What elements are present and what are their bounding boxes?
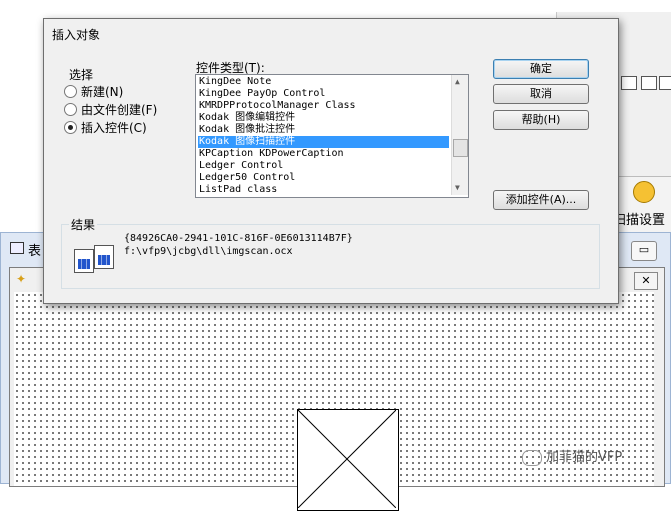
list-item[interactable]: Ledger Control — [198, 160, 449, 172]
scroll-down-icon[interactable]: ▼ — [455, 183, 460, 192]
placeholder-cross-icon — [297, 409, 397, 509]
scroll-up-icon[interactable]: ▲ — [455, 77, 460, 86]
watermark-text: 加菲猫的VFP — [546, 450, 623, 465]
radio-checked-icon[interactable] — [64, 121, 77, 134]
ok-button[interactable]: 确定 — [493, 59, 589, 79]
form-window-title: 表 — [28, 244, 42, 259]
list-item-selected[interactable]: Kodak 图像扫描控件 — [198, 136, 449, 148]
form-fox-icon: ✦ — [16, 272, 27, 286]
radio-new[interactable]: 新建(N) — [64, 83, 123, 99]
dialog-title: 插入对象 — [52, 28, 101, 42]
toolbar-grid-icon[interactable] — [621, 76, 637, 90]
help-button[interactable]: 帮助(H) — [493, 110, 589, 130]
scan-settings-label: 扫描设置 — [613, 213, 666, 228]
radio-insert-control-label: 插入控件(C) — [81, 121, 147, 135]
wechat-icon — [522, 449, 542, 466]
list-item[interactable]: KMRDPProtocolManager Class — [198, 100, 449, 112]
radio-icon[interactable] — [64, 85, 77, 98]
list-item[interactable]: KPCaption KDPowerCaption — [198, 148, 449, 160]
radio-insert-control[interactable]: 插入控件(C) — [64, 119, 147, 135]
result-text: {84926CA0-2941-101C-816F-0E6013114B7F} f… — [124, 232, 353, 258]
cancel-button[interactable]: 取消 — [493, 84, 589, 104]
scanner-icon — [633, 181, 655, 203]
result-object-icon — [74, 241, 114, 275]
radio-from-file-label: 由文件创建(F) — [81, 103, 158, 117]
add-control-button[interactable]: 添加控件(A)... — [493, 190, 589, 210]
list-item[interactable]: ListPad class — [198, 184, 449, 196]
list-scrollbar[interactable]: ▲ ▼ — [451, 75, 468, 195]
radio-from-file[interactable]: 由文件创建(F) — [64, 101, 157, 117]
close-icon[interactable]: ✕ — [634, 272, 658, 290]
form-window-icon — [10, 242, 24, 254]
control-type-list[interactable]: KingDee Note KingDee PayOp Control KMRDP… — [195, 74, 469, 198]
watermark: 加菲猫的VFP — [522, 446, 622, 466]
list-item[interactable]: Kodak 图像批注控件 — [198, 124, 449, 136]
radio-icon[interactable] — [64, 103, 77, 116]
insert-object-dialog: 插入对象 选择 新建(N) 由文件创建(F) 插入控件(C) 控件类型(T): … — [43, 18, 619, 304]
result-label: 结果 — [69, 216, 98, 233]
list-item[interactable]: KingDee Note — [198, 76, 449, 88]
list-item[interactable]: KingDee PayOp Control — [198, 88, 449, 100]
dialog-titlebar[interactable]: 插入对象 — [44, 19, 618, 47]
radio-new-label: 新建(N) — [81, 85, 124, 99]
choose-label: 选择 — [69, 68, 94, 82]
ole-control-placeholder[interactable] — [297, 409, 399, 511]
scan-settings-button[interactable]: 扫描设置 — [612, 176, 671, 234]
toolbar-panel-icon[interactable] — [659, 76, 671, 90]
minimize-icon[interactable]: ▭ — [631, 241, 657, 261]
result-path: f:\vfp9\jcbg\dll\imgscan.ocx — [124, 246, 293, 257]
scroll-thumb[interactable] — [453, 139, 468, 157]
list-item[interactable]: Kodak 图像编辑控件 — [198, 112, 449, 124]
result-clsid: {84926CA0-2941-101C-816F-0E6013114B7F} — [124, 233, 353, 244]
toolbar-window-icon[interactable] — [641, 76, 657, 90]
list-item[interactable]: Ledger50 Control — [198, 172, 449, 184]
